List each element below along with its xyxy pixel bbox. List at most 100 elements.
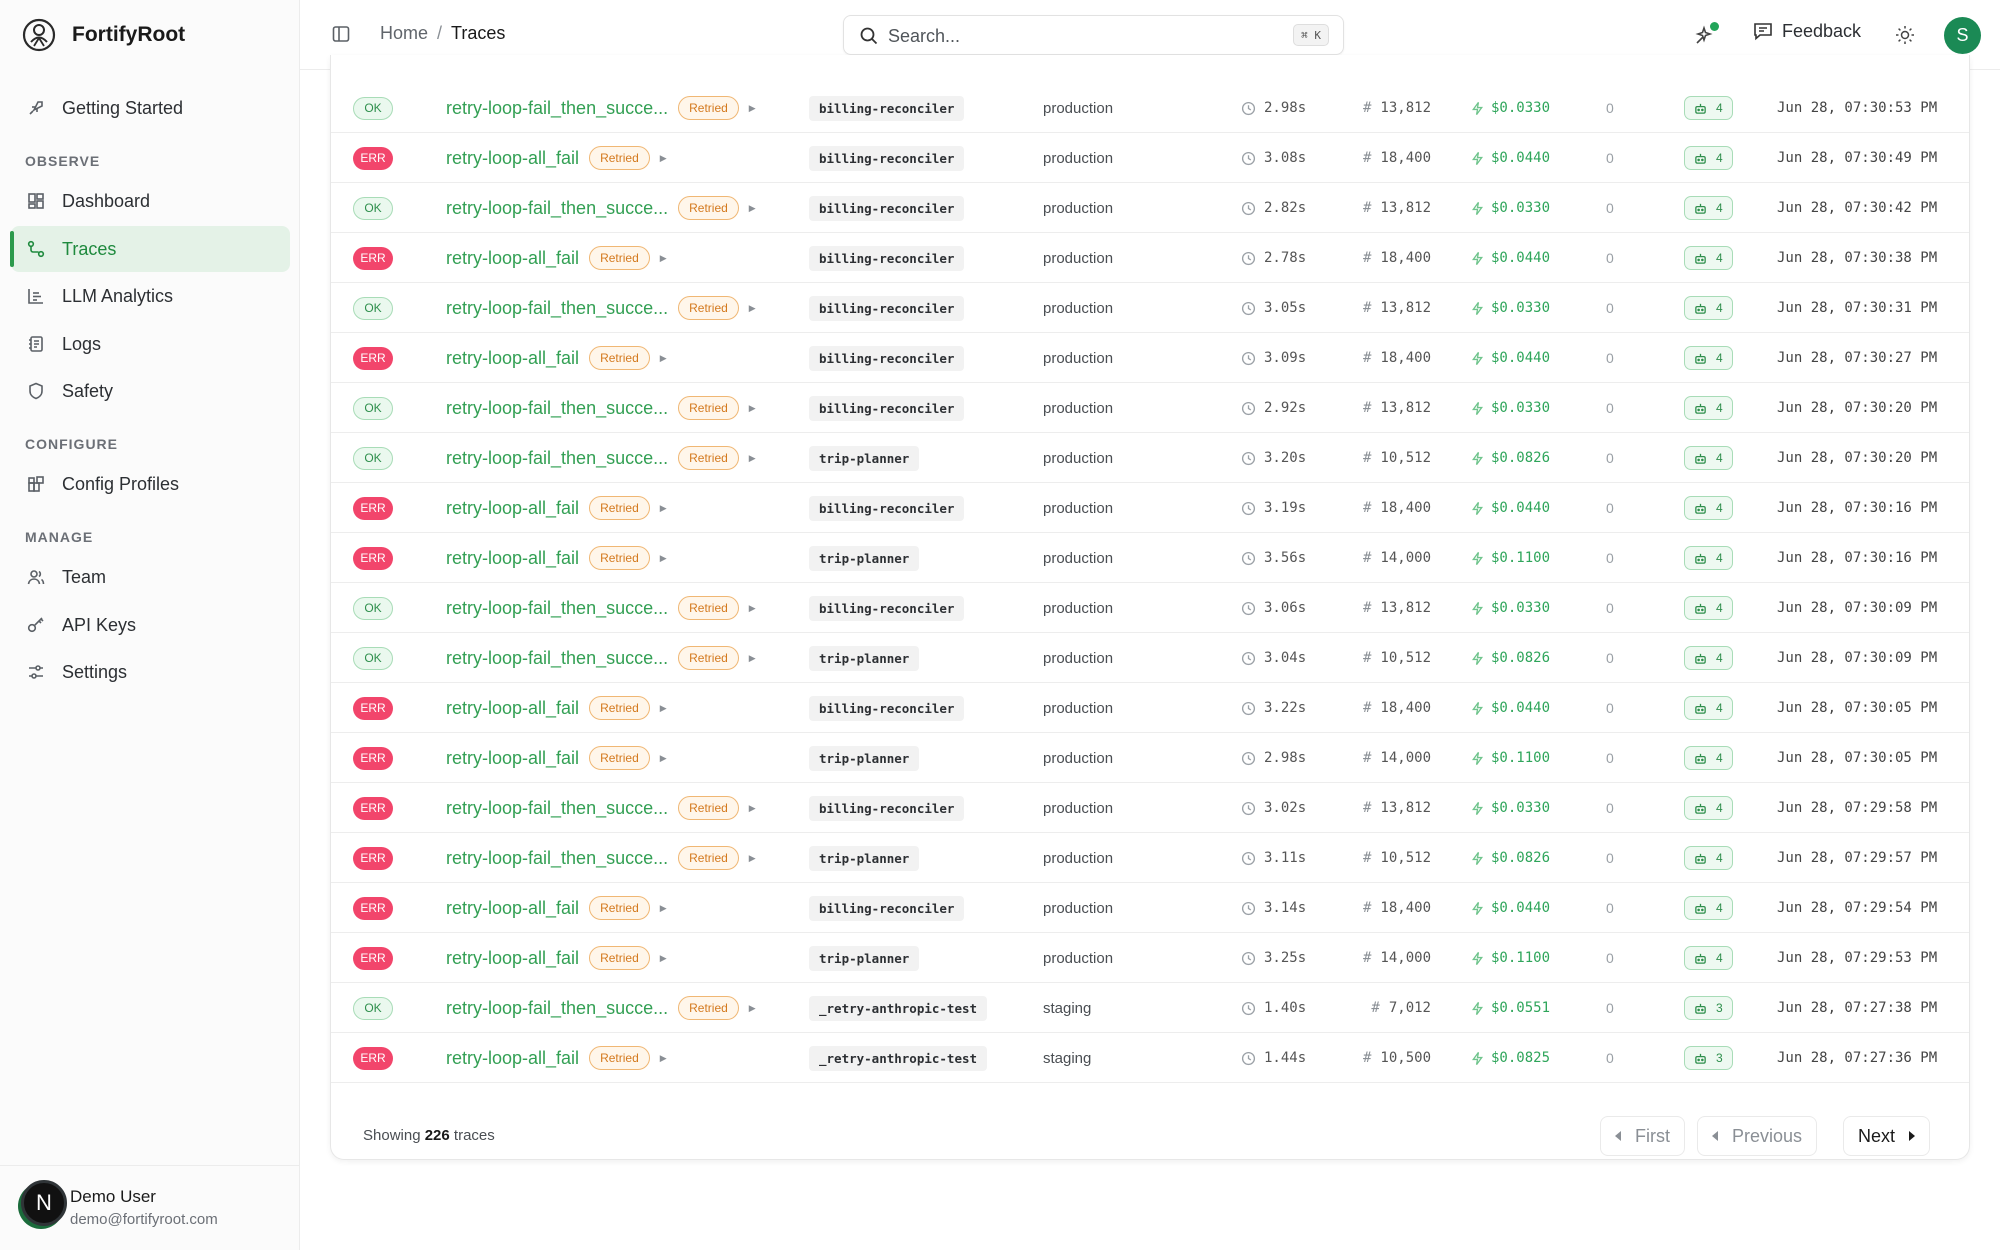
table-row[interactable]: ERR retry-loop-all_fail Retried ▶ trip-plann… xyxy=(331,733,1969,783)
trace-name-link[interactable]: retry-loop-all_fail xyxy=(446,498,579,519)
team-icon xyxy=(26,567,46,587)
table-row[interactable]: OK retry-loop-fail_then_succe... Retried ▶ b… xyxy=(331,383,1969,433)
table-row[interactable]: OK retry-loop-fail_then_succe... Retried ▶ t… xyxy=(331,433,1969,483)
sidebar-item-getting-started[interactable]: Getting Started xyxy=(11,85,290,131)
trace-name-link[interactable]: retry-loop-fail_then_succe... xyxy=(446,798,668,819)
trace-name-link[interactable]: retry-loop-fail_then_succe... xyxy=(446,598,668,619)
expand-caret-icon[interactable]: ▶ xyxy=(749,603,756,614)
search-box[interactable]: ⌘ K xyxy=(843,15,1344,55)
expand-caret-icon[interactable]: ▶ xyxy=(660,703,667,714)
clock-icon xyxy=(1241,851,1256,865)
trace-name-link[interactable]: retry-loop-fail_then_succe... xyxy=(446,398,668,419)
sidebar-item-config-profiles[interactable]: Config Profiles xyxy=(11,461,290,507)
expand-caret-icon[interactable]: ▶ xyxy=(749,853,756,864)
expand-caret-icon[interactable]: ▶ xyxy=(749,103,756,114)
next-page-button[interactable]: Next xyxy=(1843,1116,1931,1156)
table-row[interactable]: ERR retry-loop-all_fail Retried ▶ _retry-ant… xyxy=(331,1033,1969,1083)
expand-caret-icon[interactable]: ▶ xyxy=(660,553,667,564)
expand-caret-icon[interactable]: ▶ xyxy=(660,1053,667,1064)
table-row[interactable]: ERR retry-loop-all_fail Retried ▶ billing-re… xyxy=(331,683,1969,733)
sidebar-item-safety[interactable]: Safety xyxy=(11,368,290,414)
trace-name-link[interactable]: retry-loop-fail_then_succe... xyxy=(446,198,668,219)
trace-name-link[interactable]: retry-loop-all_fail xyxy=(446,898,579,919)
expand-caret-icon[interactable]: ▶ xyxy=(749,653,756,664)
trace-name-link[interactable]: retry-loop-fail_then_succe... xyxy=(446,298,668,319)
sidebar-item-api-keys[interactable]: API Keys xyxy=(11,602,290,648)
search-input[interactable] xyxy=(888,23,1278,49)
table-row[interactable]: ERR retry-loop-all_fail Retried ▶ billing-re… xyxy=(331,233,1969,283)
sidebar-item-traces[interactable]: Traces xyxy=(10,226,290,272)
trace-name-link[interactable]: retry-loop-all_fail xyxy=(446,748,579,769)
table-row[interactable]: ERR retry-loop-all_fail Retried ▶ trip-plann… xyxy=(331,933,1969,983)
trace-name-link[interactable]: retry-loop-fail_then_succe... xyxy=(446,998,668,1019)
table-row[interactable]: ERR retry-loop-fail_then_succe... Retried ▶… xyxy=(331,783,1969,833)
errors-cell: 0 xyxy=(1606,550,1614,566)
trace-name-link[interactable]: retry-loop-all_fail xyxy=(446,948,579,969)
breadcrumb-home[interactable]: Home xyxy=(380,23,428,44)
trace-name-link[interactable]: retry-loop-all_fail xyxy=(446,148,579,169)
table-row[interactable]: ERR retry-loop-all_fail Retried ▶ billing-re… xyxy=(331,883,1969,933)
table-row[interactable]: ERR retry-loop-all_fail Retried ▶ trip-plann… xyxy=(331,533,1969,583)
table-row[interactable]: OK retry-loop-fail_then_succe... Retried ▶ _… xyxy=(331,983,1969,1033)
expand-caret-icon[interactable]: ▶ xyxy=(660,753,667,764)
trace-name-link[interactable]: retry-loop-all_fail xyxy=(446,698,579,719)
table-row[interactable]: ERR retry-loop-all_fail Retried ▶ billing-re… xyxy=(331,133,1969,183)
service-cell: billing-reconciler xyxy=(809,133,965,183)
expand-caret-icon[interactable]: ▶ xyxy=(660,253,667,264)
trace-name-link[interactable]: retry-loop-all_fail xyxy=(446,348,579,369)
tokens-cell: #10,512 xyxy=(1363,433,1431,483)
table-row[interactable]: ERR retry-loop-all_fail Retried ▶ billing-re… xyxy=(331,333,1969,383)
trace-name-link[interactable]: retry-loop-fail_then_succe... xyxy=(446,848,668,869)
sidebar-item-dashboard[interactable]: Dashboard xyxy=(11,178,290,224)
table-row[interactable]: ERR retry-loop-fail_then_succe... Retried ▶… xyxy=(331,833,1969,883)
duration-value: 3.19s xyxy=(1264,500,1307,516)
table-row[interactable]: ERR retry-loop-all_fail Retried ▶ billing-re… xyxy=(331,483,1969,533)
sidebar-item-logs[interactable]: Logs xyxy=(11,321,290,367)
trace-name-link[interactable]: retry-loop-fail_then_succe... xyxy=(446,98,668,119)
account-avatar[interactable]: S xyxy=(1944,17,1981,54)
service-cell: trip-planner xyxy=(809,933,920,983)
expand-caret-icon[interactable]: ▶ xyxy=(749,453,756,464)
trace-name-link[interactable]: retry-loop-all_fail xyxy=(446,248,579,269)
expand-caret-icon[interactable]: ▶ xyxy=(660,503,667,514)
expand-caret-icon[interactable]: ▶ xyxy=(749,1003,756,1014)
expand-caret-icon[interactable]: ▶ xyxy=(749,203,756,214)
key-icon xyxy=(26,615,46,635)
expand-caret-icon[interactable]: ▶ xyxy=(749,303,756,314)
feedback-icon xyxy=(1754,23,1772,41)
expand-caret-icon[interactable]: ▶ xyxy=(749,803,756,814)
trace-name-link[interactable]: retry-loop-all_fail xyxy=(446,1048,579,1069)
sidebar-item-llm-analytics[interactable]: LLM Analytics xyxy=(11,273,290,319)
spans-cell: 3 xyxy=(1684,983,1733,1033)
table-row[interactable]: OK retry-loop-fail_then_succe... Retried ▶ b… xyxy=(331,283,1969,333)
previous-page-button[interactable]: Previous xyxy=(1697,1116,1818,1156)
sidebar-item-settings[interactable]: Settings xyxy=(11,649,290,695)
sun-icon[interactable] xyxy=(1894,24,1916,46)
table-row[interactable]: OK retry-loop-fail_then_succe... Retried ▶ b… xyxy=(331,583,1969,633)
table-row[interactable]: OK retry-loop-fail_then_succe... Retried ▶ b… xyxy=(331,183,1969,233)
spans-count: 4 xyxy=(1716,751,1723,765)
expand-caret-icon[interactable]: ▶ xyxy=(660,953,667,964)
sidebar-item-team[interactable]: Team xyxy=(11,554,290,600)
spans-cell: 3 xyxy=(1684,1033,1733,1083)
trace-count: 226 xyxy=(424,1127,450,1144)
expand-caret-icon[interactable]: ▶ xyxy=(660,153,667,164)
trace-name-link[interactable]: retry-loop-all_fail xyxy=(446,548,579,569)
expand-caret-icon[interactable]: ▶ xyxy=(660,353,667,364)
retried-badge: Retried xyxy=(589,746,650,770)
table-row[interactable]: OK retry-loop-fail_then_succe... Retried ▶ t… xyxy=(331,633,1969,683)
spans-badge: 4 xyxy=(1684,696,1733,720)
brand[interactable]: FortifyRoot xyxy=(22,17,185,53)
trace-name-link[interactable]: retry-loop-fail_then_succe... xyxy=(446,448,668,469)
environment-cell: staging xyxy=(1043,999,1092,1017)
sidebar-toggle-icon[interactable] xyxy=(331,24,351,44)
feedback-button[interactable]: Feedback xyxy=(1752,20,1861,42)
expand-caret-icon[interactable]: ▶ xyxy=(660,903,667,914)
trace-name-link[interactable]: retry-loop-fail_then_succe... xyxy=(446,648,668,669)
first-page-button[interactable]: First xyxy=(1600,1116,1685,1156)
table-row[interactable]: OK retry-loop-fail_then_succe... Retried ▶ b… xyxy=(331,83,1969,133)
cost-cell: $0.1100 xyxy=(1470,533,1550,583)
user-avatar[interactable]: N xyxy=(21,1180,67,1226)
service-cell: trip-planner xyxy=(809,633,920,683)
expand-caret-icon[interactable]: ▶ xyxy=(749,403,756,414)
